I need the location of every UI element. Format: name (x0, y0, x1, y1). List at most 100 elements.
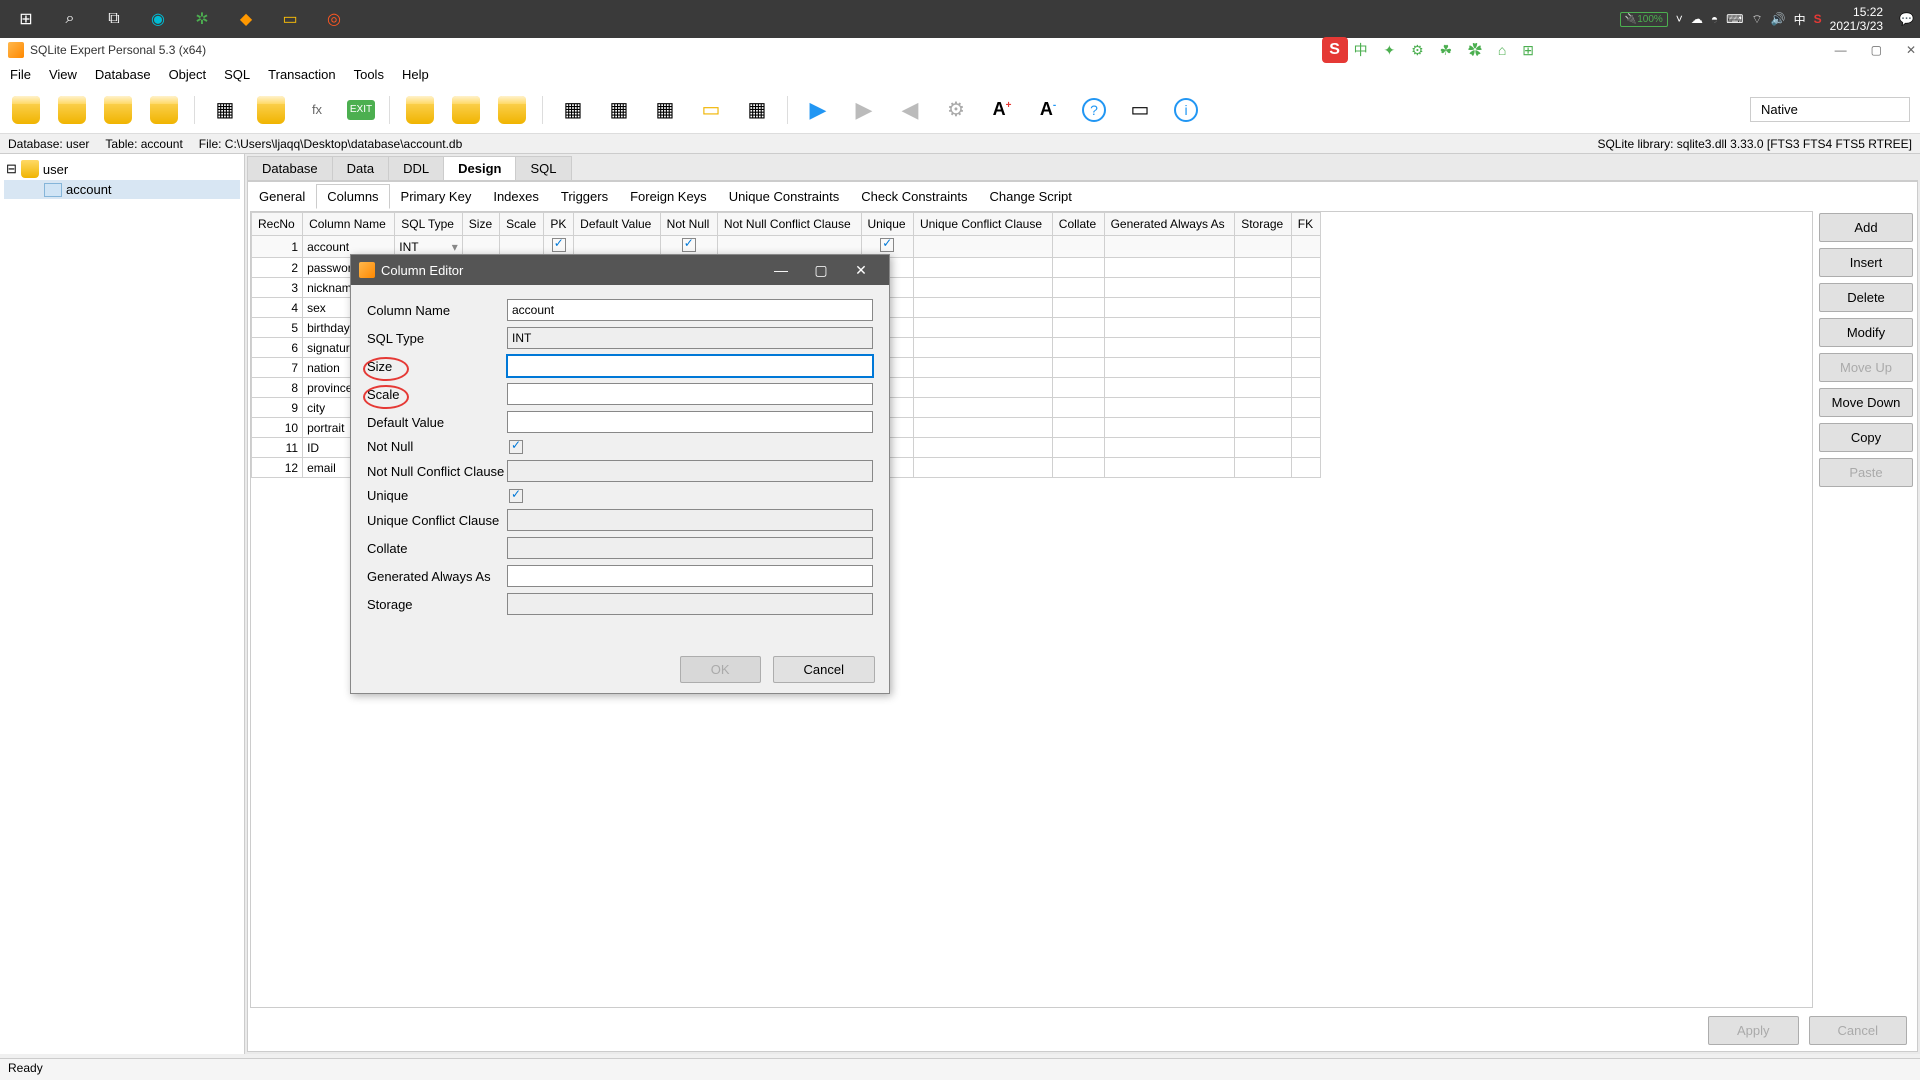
dialog-close-button[interactable]: ✕ (841, 262, 881, 279)
window-icon[interactable]: ▭ (1124, 94, 1156, 126)
grid-icon-1[interactable]: ▦ (557, 94, 589, 126)
menu-object[interactable]: Object (169, 67, 207, 82)
grid-icon-2[interactable]: ▦ (603, 94, 635, 126)
move-down-button[interactable]: Move Down (1819, 388, 1913, 417)
col-header[interactable]: Storage (1235, 213, 1292, 236)
exit-icon[interactable]: EXIT (347, 100, 375, 120)
maximize-button[interactable]: ▢ (1871, 43, 1882, 57)
menu-file[interactable]: File (10, 67, 31, 82)
dialog-titlebar[interactable]: Column Editor — ▢ ✕ (351, 255, 889, 285)
unique-checkbox[interactable] (509, 489, 523, 503)
notification-icon[interactable]: 💬 (1899, 12, 1914, 26)
col-header[interactable]: RecNo (252, 213, 303, 236)
col-header[interactable]: Scale (500, 213, 544, 236)
search-icon[interactable]: ⌕ (50, 0, 90, 38)
col-header[interactable]: Unique Conflict Clause (913, 213, 1052, 236)
size-input[interactable] (507, 355, 873, 377)
gear-icon[interactable]: ⚙ (940, 94, 972, 126)
menu-tools[interactable]: Tools (354, 67, 384, 82)
add-button[interactable]: Add (1819, 213, 1913, 242)
menu-transaction[interactable]: Transaction (268, 67, 335, 82)
grid-icon-3[interactable]: ▦ (649, 94, 681, 126)
cancel-button-main[interactable]: Cancel (1809, 1016, 1907, 1045)
col-header[interactable]: Column Name (303, 213, 395, 236)
chevron-up-icon[interactable]: ˅ (1676, 12, 1683, 26)
column-name-input[interactable] (507, 299, 873, 321)
gen-always-input[interactable] (507, 565, 873, 587)
play-rew-icon[interactable]: ◀ (894, 94, 926, 126)
screenshot-icon[interactable]: ◎ (314, 0, 354, 38)
subtab-columns[interactable]: Columns (316, 184, 389, 209)
not-null-checkbox[interactable] (509, 440, 523, 454)
db-open-icon[interactable] (10, 94, 42, 126)
db-new-icon[interactable] (102, 94, 134, 126)
copy-button[interactable]: Copy (1819, 423, 1913, 452)
tree-db-node[interactable]: ⊟ user (4, 158, 240, 180)
col-header[interactable]: SQL Type (395, 213, 463, 236)
db-detach-icon[interactable] (496, 94, 528, 126)
grid-icon-4[interactable]: ▦ (741, 94, 773, 126)
ok-button[interactable]: OK (680, 656, 761, 683)
delete-button[interactable]: Delete (1819, 283, 1913, 312)
col-header[interactable]: Unique (861, 213, 913, 236)
storage-select[interactable] (507, 593, 873, 615)
library-select[interactable] (1750, 97, 1910, 122)
wechat-icon[interactable]: ✲ (182, 0, 222, 38)
explorer-icon[interactable]: ▭ (270, 0, 310, 38)
clock[interactable]: 15:22 2021/3/23 (1830, 5, 1891, 34)
menu-view[interactable]: View (49, 67, 77, 82)
col-header[interactable]: Default Value (574, 213, 661, 236)
edge-icon[interactable]: ◉ (138, 0, 178, 38)
subtab-unique-constraints[interactable]: Unique Constraints (718, 184, 851, 209)
menu-help[interactable]: Help (402, 67, 429, 82)
col-header[interactable]: Not Null Conflict Clause (717, 213, 861, 236)
sound-icon[interactable]: 🔊 (1771, 12, 1786, 26)
db-close-icon[interactable] (148, 94, 180, 126)
col-header[interactable]: FK (1291, 213, 1320, 236)
tray-icon[interactable]: ◓ (1711, 12, 1718, 26)
apply-button[interactable]: Apply (1708, 1016, 1799, 1045)
cloud-icon[interactable]: ☁ (1691, 12, 1703, 26)
sogou-logo-icon[interactable]: S (1322, 37, 1348, 63)
font-dec-icon[interactable]: A- (1032, 94, 1064, 126)
sql-type-select[interactable] (507, 327, 873, 349)
wifi-icon[interactable]: ⌔ (1751, 12, 1762, 27)
tab-sql[interactable]: SQL (515, 156, 571, 180)
subtab-indexes[interactable]: Indexes (482, 184, 550, 209)
menu-sql[interactable]: SQL (224, 67, 250, 82)
sogou-ime-icons[interactable]: 中 ✦ ⚙ ☘ ✿ ⌂ ⊞ (1354, 40, 1540, 60)
db-recent-icon[interactable] (56, 94, 88, 126)
dialog-minimize-button[interactable]: — (761, 262, 801, 279)
sogou-tray-icon[interactable]: S (1814, 12, 1822, 26)
tree-table-node[interactable]: account (4, 180, 240, 199)
menu-database[interactable]: Database (95, 67, 151, 82)
font-inc-icon[interactable]: A+ (986, 94, 1018, 126)
scale-input[interactable] (507, 383, 873, 405)
ime-zh-icon[interactable]: 中 (1794, 11, 1806, 28)
subtab-general[interactable]: General (248, 184, 316, 209)
dialog-maximize-button[interactable]: ▢ (801, 262, 841, 279)
subtab-primary-key[interactable]: Primary Key (390, 184, 483, 209)
tab-ddl[interactable]: DDL (388, 156, 444, 180)
col-header[interactable]: Size (462, 213, 499, 236)
minimize-button[interactable]: — (1835, 43, 1847, 57)
play-icon[interactable]: ▶ (802, 94, 834, 126)
db-refresh-icon[interactable] (404, 94, 436, 126)
db-tree[interactable]: ⊟ user account (0, 154, 245, 1054)
default-value-input[interactable] (507, 411, 873, 433)
keyboard-icon[interactable]: ⌨ (1726, 12, 1743, 26)
sqlite-expert-icon[interactable]: ◆ (226, 0, 266, 38)
subtab-check-constraints[interactable]: Check Constraints (850, 184, 978, 209)
tab-database[interactable]: Database (247, 156, 333, 180)
close-button[interactable]: ✕ (1906, 43, 1916, 57)
subtab-foreign-keys[interactable]: Foreign Keys (619, 184, 718, 209)
subtab-change-script[interactable]: Change Script (978, 184, 1082, 209)
taskview-icon[interactable]: ⧉ (94, 0, 134, 38)
db-attach-icon[interactable] (450, 94, 482, 126)
move-up-button[interactable]: Move Up (1819, 353, 1913, 382)
tab-design[interactable]: Design (443, 156, 516, 180)
col-header[interactable]: Collate (1052, 213, 1104, 236)
insert-button[interactable]: Insert (1819, 248, 1913, 277)
subtab-triggers[interactable]: Triggers (550, 184, 619, 209)
tab-data[interactable]: Data (332, 156, 389, 180)
